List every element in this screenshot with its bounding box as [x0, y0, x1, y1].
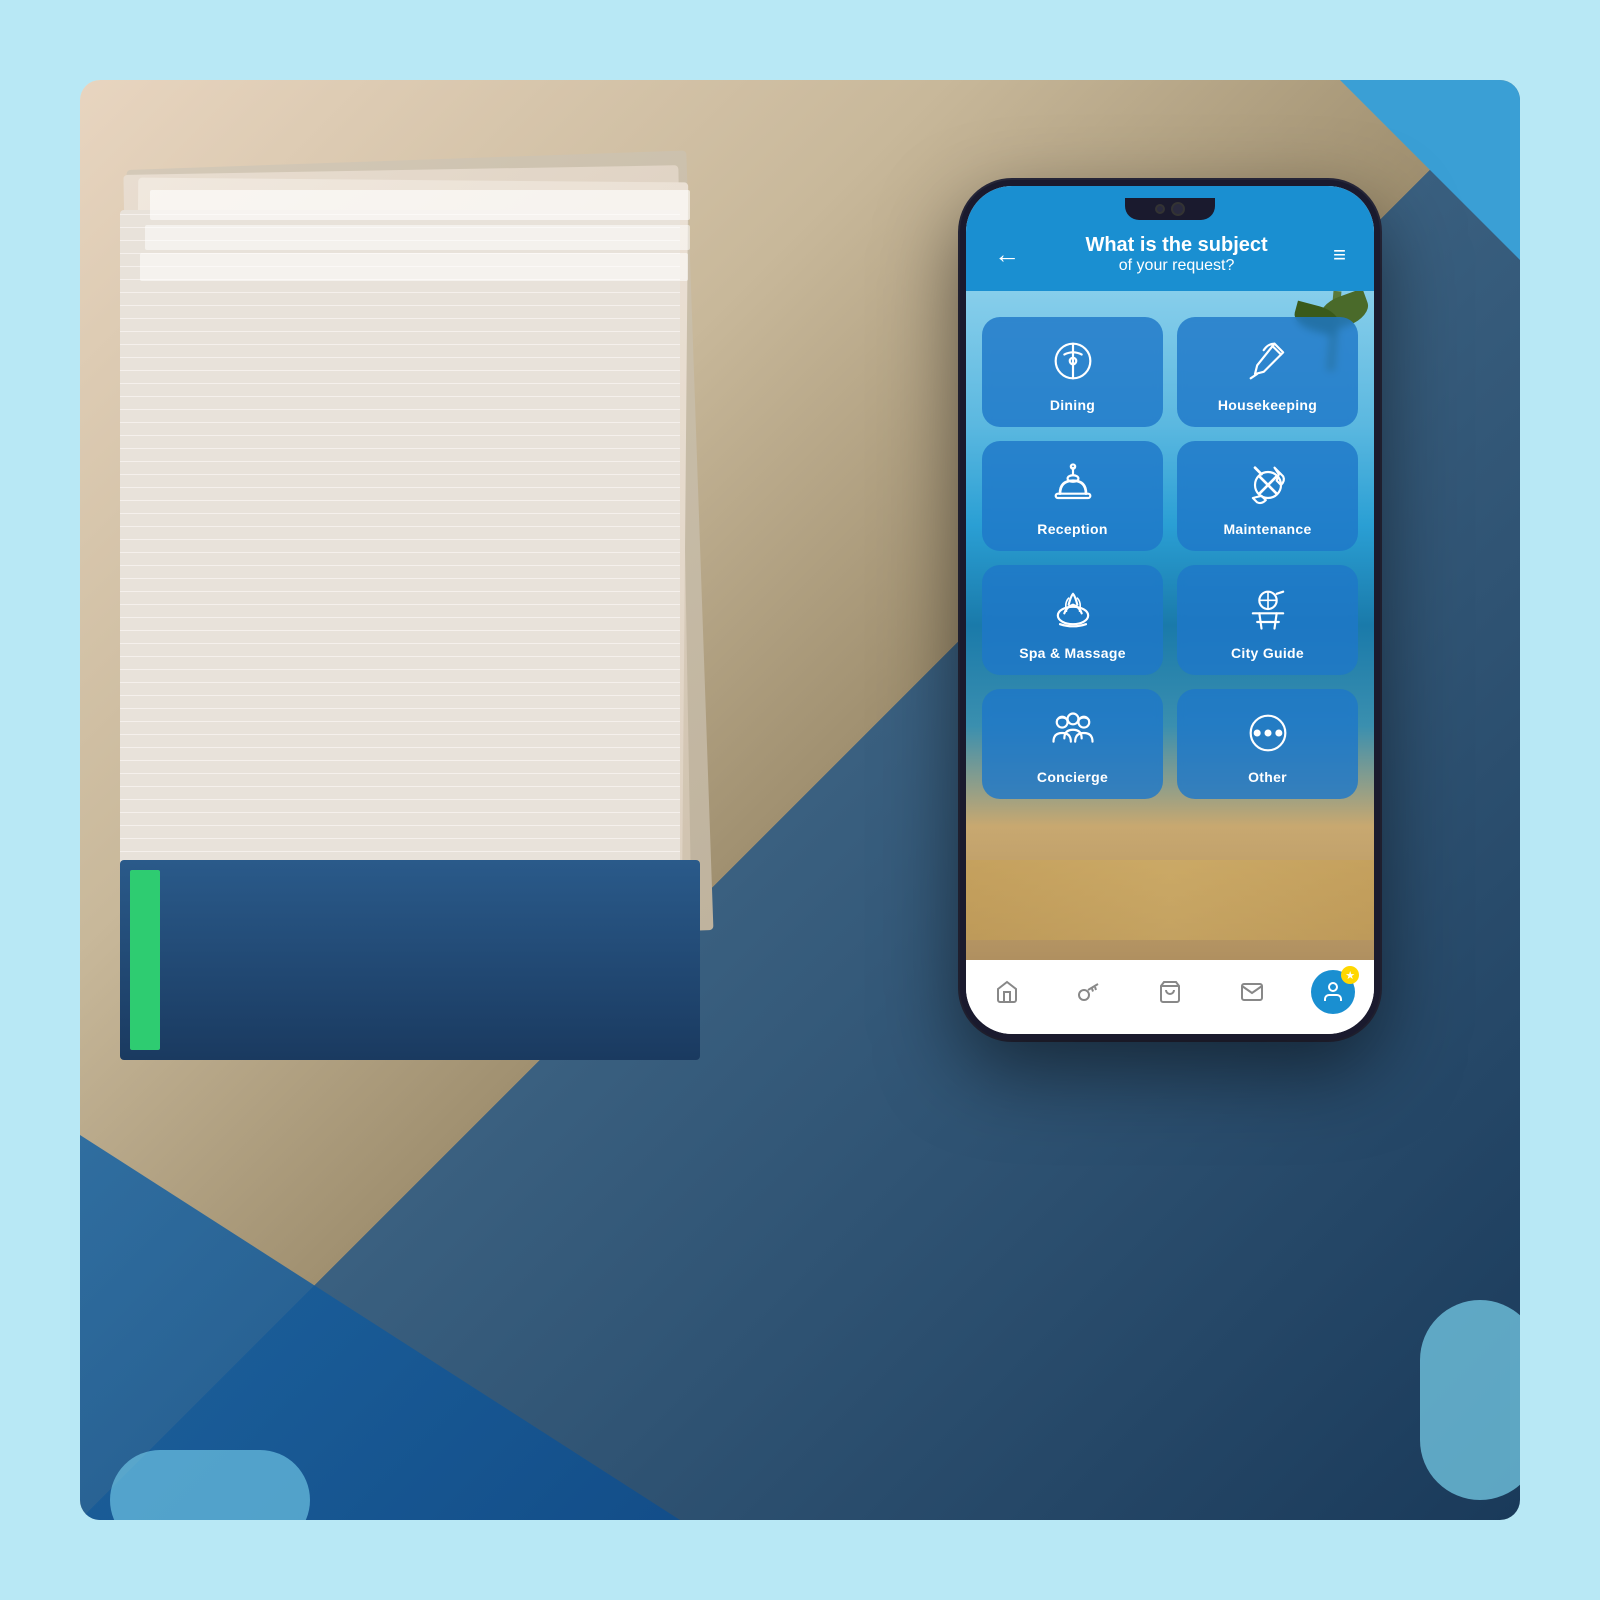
phone-body: ← What is the subject of your request? ≡: [960, 180, 1380, 1040]
pool-shore: [966, 860, 1374, 940]
phone-notch: [1125, 198, 1215, 220]
housekeeping-label: Housekeeping: [1218, 397, 1317, 413]
service-other-button[interactable]: Other: [1177, 689, 1358, 799]
cityguide-icon: [1242, 583, 1294, 635]
dining-label: Dining: [1050, 397, 1095, 413]
blue-accent-bottom-left: [110, 1450, 310, 1520]
camera-dot-main: [1171, 202, 1185, 216]
outer-frame: ← What is the subject of your request? ≡: [80, 80, 1520, 1520]
camera-dot-small: [1155, 204, 1165, 214]
tab-bag[interactable]: [1148, 970, 1192, 1014]
service-reception-button[interactable]: Reception: [982, 441, 1163, 551]
menu-button[interactable]: ≡: [1325, 238, 1354, 272]
housekeeping-icon: [1242, 335, 1294, 387]
tab-home[interactable]: [985, 970, 1029, 1014]
tab-key[interactable]: [1066, 970, 1110, 1014]
service-concierge-button[interactable]: Concierge: [982, 689, 1163, 799]
phone-mockup: ← What is the subject of your request? ≡: [960, 180, 1380, 1040]
reception-label: Reception: [1037, 521, 1107, 537]
maintenance-icon: [1242, 459, 1294, 511]
other-icon: [1242, 707, 1294, 759]
tab-profile[interactable]: [1311, 970, 1355, 1014]
phone-screen: ← What is the subject of your request? ≡: [966, 186, 1374, 1034]
maintenance-label: Maintenance: [1223, 521, 1311, 537]
blue-accent-bottom-right: [1420, 1300, 1520, 1500]
paper-stack-area: [120, 160, 800, 1060]
tab-mail[interactable]: [1230, 970, 1274, 1014]
cityguide-label: City Guide: [1231, 645, 1304, 661]
header-title: What is the subject of your request?: [1028, 234, 1325, 275]
bottom-tabbar: [966, 960, 1374, 1034]
header-title-line1: What is the subject: [1028, 234, 1325, 257]
spa-icon: [1047, 583, 1099, 635]
dining-icon: [1047, 335, 1099, 387]
service-cityguide-button[interactable]: City Guide: [1177, 565, 1358, 675]
header-title-line2: of your request?: [1028, 257, 1325, 275]
other-label: Other: [1248, 769, 1287, 785]
app-content: Dining: [966, 291, 1374, 960]
concierge-label: Concierge: [1037, 769, 1108, 785]
service-housekeeping-button[interactable]: Housekeeping: [1177, 317, 1358, 427]
back-button[interactable]: ←: [986, 235, 1028, 274]
concierge-icon: [1047, 707, 1099, 759]
service-spa-button[interactable]: Spa & Massage: [982, 565, 1163, 675]
reception-icon: [1047, 459, 1099, 511]
service-dining-button[interactable]: Dining: [982, 317, 1163, 427]
spa-label: Spa & Massage: [1019, 645, 1126, 661]
service-maintenance-button[interactable]: Maintenance: [1177, 441, 1358, 551]
services-grid: Dining: [966, 301, 1374, 815]
